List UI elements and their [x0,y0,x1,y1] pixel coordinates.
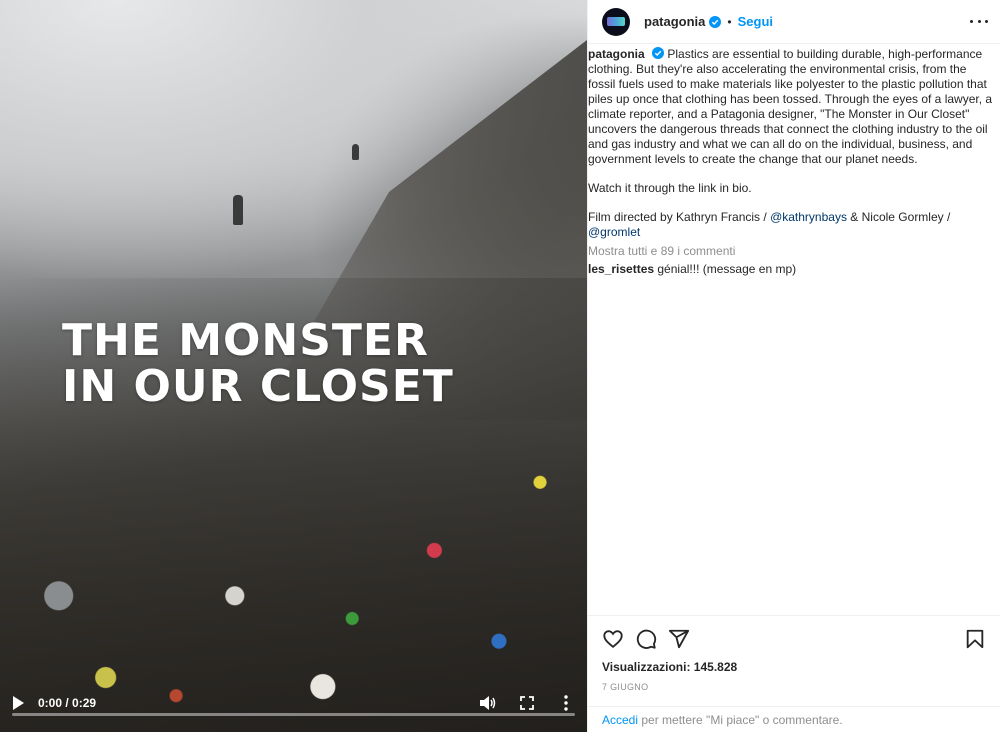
credit-link-gromlet[interactable]: @gromlet [588,225,640,239]
post-header: patagonia • Segui [588,0,1000,44]
avatar[interactable] [602,7,630,36]
play-icon[interactable] [12,696,24,710]
video-progress-bar[interactable] [12,713,575,716]
comment-icon[interactable] [635,628,657,650]
fullscreen-icon[interactable] [520,696,534,710]
comment-username[interactable]: les_risettes [588,262,654,276]
credits-middle: & Nicole Gormley / [846,210,951,224]
login-link[interactable]: Accedi [602,713,638,727]
comment-item: les_risettes génial!!! (message en mp) [588,262,996,277]
caption-username[interactable]: patagonia [588,47,645,61]
comment-text: génial!!! (message en mp) [654,262,797,276]
video-player[interactable]: THE MONSTER IN OUR CLOSET 0:00 / 0:29 [0,0,587,732]
credit-link-kathrynbays[interactable]: @kathrynbays [770,210,847,224]
post-sidebar: patagonia • Segui patagonia Plastics are… [587,0,1000,732]
post-actions: Visualizzazioni: 145.828 7 GIUGNO [588,615,1000,705]
post-caption: patagonia Plastics are essential to buil… [588,44,1000,277]
person-figure [352,144,359,160]
caption-text: Plastics are essential to building durab… [588,47,993,166]
verified-badge-icon [652,47,665,59]
view-count: Visualizzazioni: 145.828 [602,660,738,674]
more-horizontal-icon[interactable] [970,13,988,31]
patagonia-logo-icon [607,17,625,26]
headline-line-1: THE MONSTER [62,315,429,366]
volume-icon[interactable] [480,696,496,710]
heart-icon[interactable] [602,628,624,650]
credits-prefix: Film directed by Kathryn Francis / [588,210,771,224]
caption-body: patagonia Plastics are essential to buil… [588,47,996,167]
video-time: 0:00 / 0:29 [38,696,97,710]
header-username[interactable]: patagonia [644,14,705,29]
more-vertical-icon[interactable] [562,694,570,712]
follow-button[interactable]: Segui [738,14,773,29]
caption-credits: Film directed by Kathryn Francis / @kath… [588,210,996,240]
bookmark-icon[interactable] [964,628,986,650]
verified-badge-icon [709,15,722,28]
login-text: per mettere "Mi piace" o commentare. [638,713,843,727]
header-separator: • [727,14,732,29]
caption-watch-line: Watch it through the link in bio. [588,181,752,195]
video-controls: 0:00 / 0:29 [0,672,587,732]
video-title-overlay: THE MONSTER IN OUR CLOSET [62,318,582,410]
headline-line-2: IN OUR CLOSET [62,361,454,412]
person-figure [233,195,243,225]
share-icon[interactable] [668,628,690,650]
post-date[interactable]: 7 GIUGNO [602,682,986,692]
show-all-comments-link[interactable]: Mostra tutti e 89 i commenti [588,244,996,259]
login-prompt: Accedi per mettere "Mi piace" o commenta… [588,706,1000,732]
